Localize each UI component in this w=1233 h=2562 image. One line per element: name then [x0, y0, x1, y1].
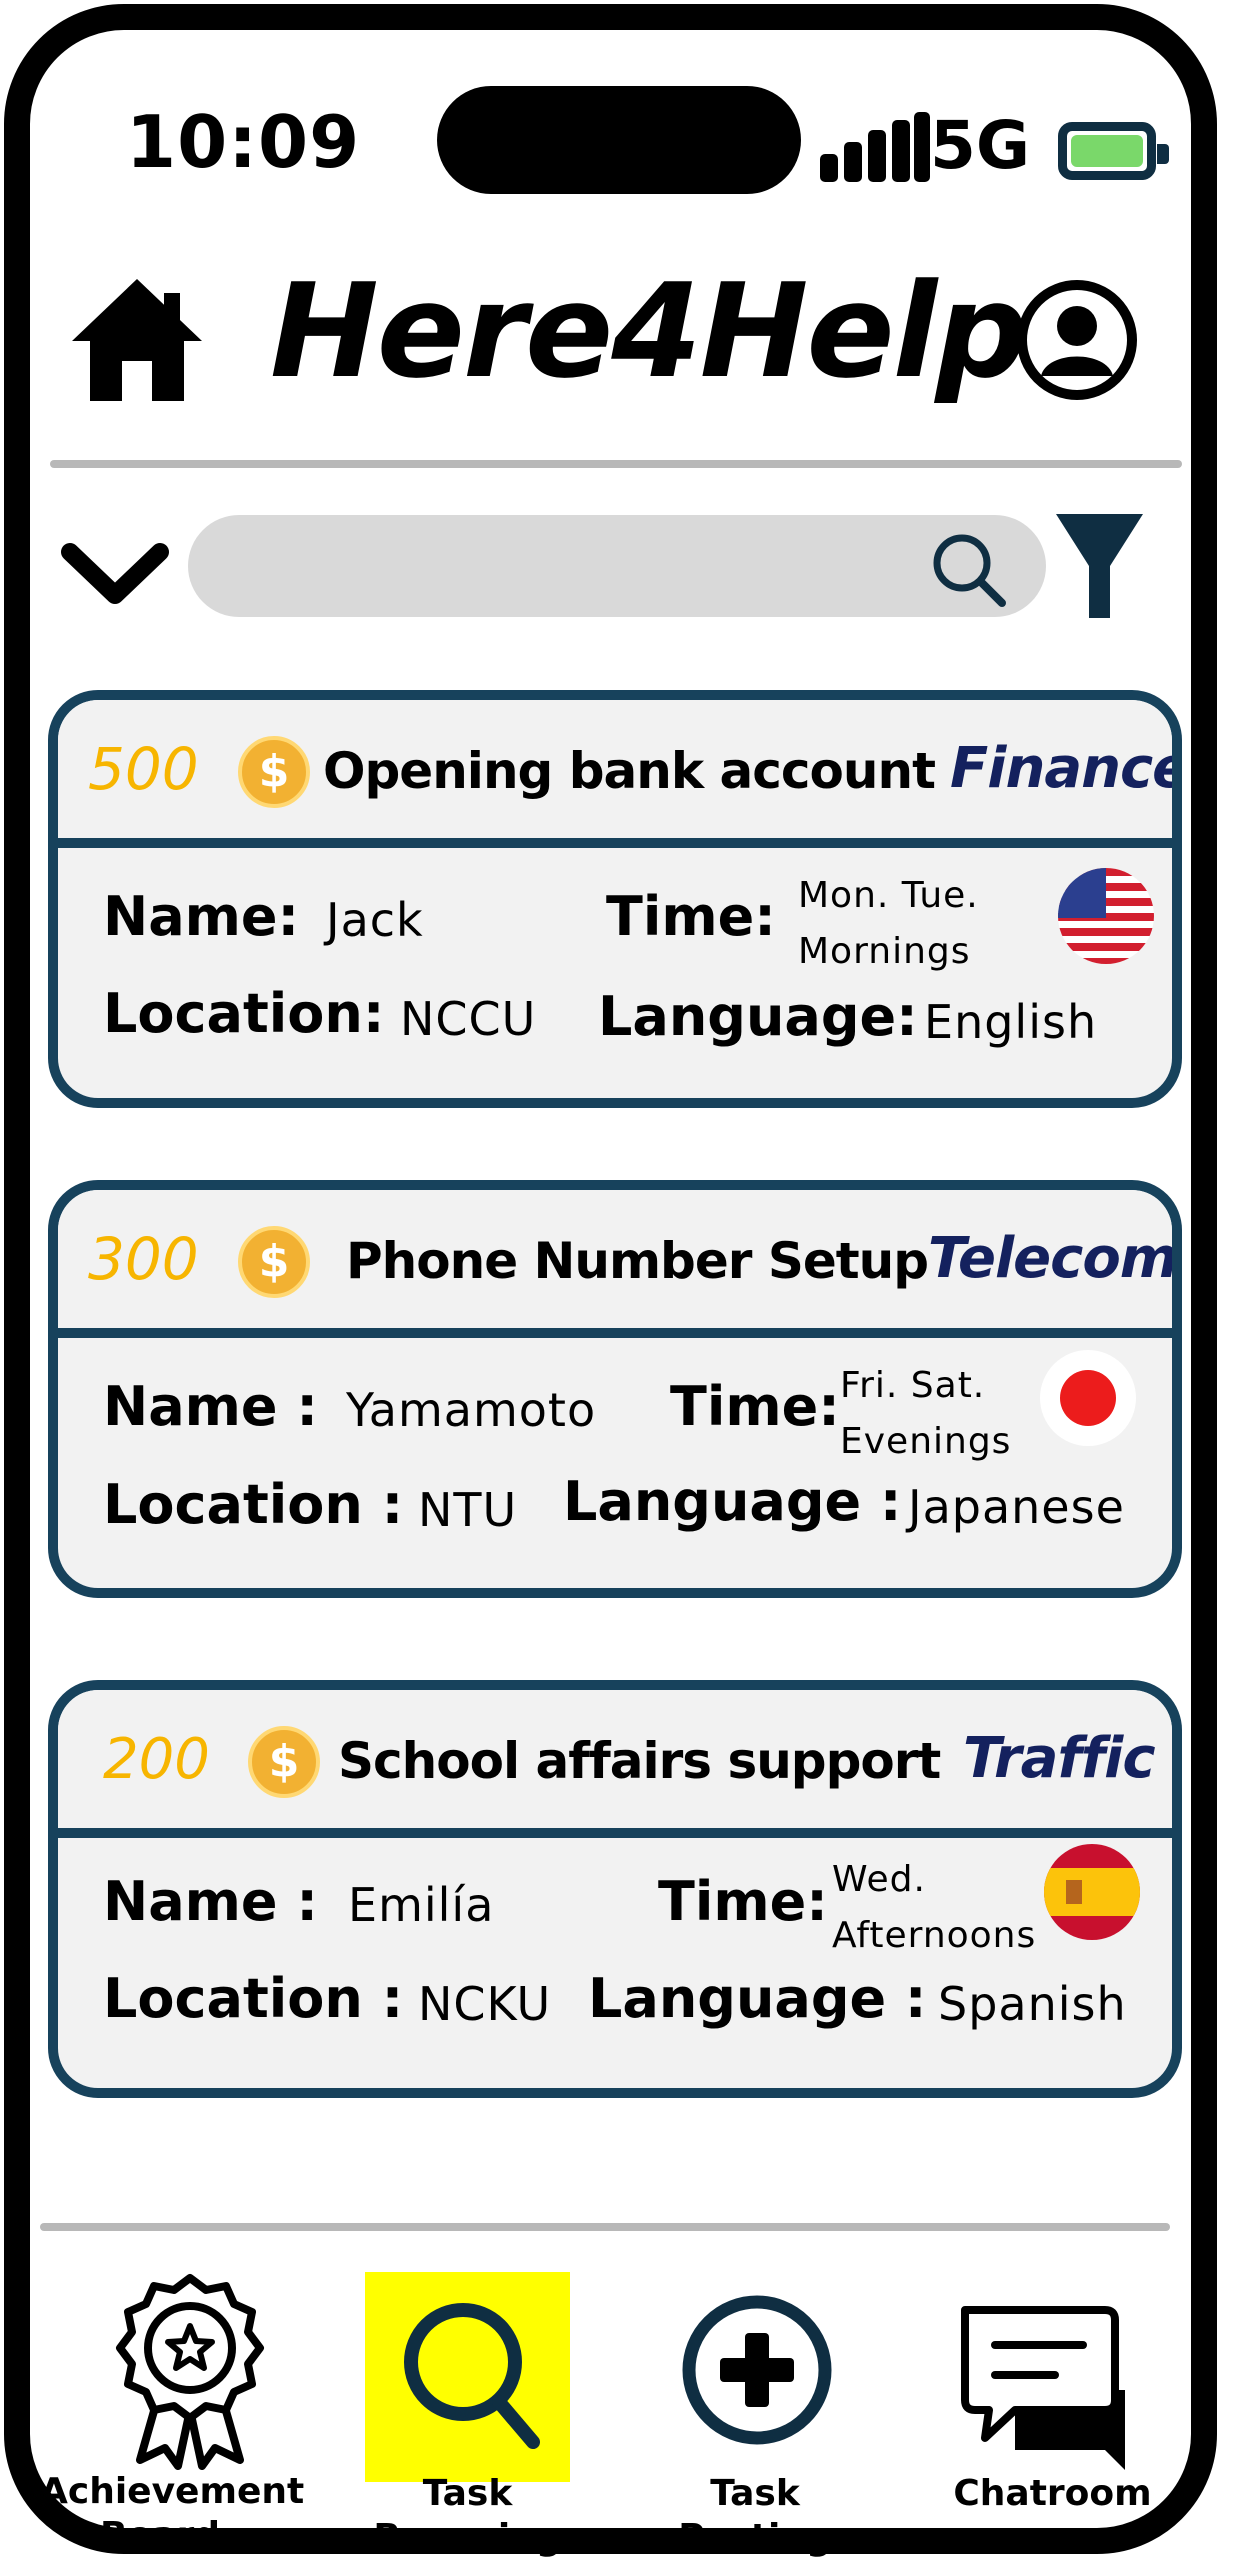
task-card[interactable]: 500 $ Opening bank account Finance Name:… — [48, 690, 1182, 1108]
task-location: NTU — [418, 1483, 518, 1537]
task-time: Wed. Afternoons — [832, 1859, 1037, 1956]
name-label: Name : — [103, 1375, 318, 1438]
time-label: Time: — [658, 1870, 828, 1933]
name-label: Name : — [103, 1870, 318, 1933]
battery-icon — [1058, 122, 1169, 180]
status-time: 10:09 — [126, 100, 361, 184]
coin-icon: $ — [238, 1226, 310, 1298]
nav-label: Achievement Board — [40, 2471, 305, 2556]
nav-label: Chatroom — [953, 2473, 1152, 2514]
dynamic-island — [437, 86, 801, 194]
task-time: Fri. Sat. Evenings — [840, 1365, 1012, 1462]
time-label: Time: — [606, 885, 776, 948]
task-title: Opening bank account — [323, 742, 936, 800]
search-icon[interactable] — [928, 529, 1008, 609]
task-points: 300 — [88, 1225, 199, 1293]
nav-task-browsing[interactable]: Task Browsing — [365, 2272, 570, 2558]
plus-circle-icon — [682, 2295, 832, 2445]
task-title: Phone Number Setup — [346, 1232, 929, 1290]
header-divider — [50, 460, 1182, 468]
task-category: Traffic — [963, 1726, 1156, 1791]
expand-button[interactable] — [60, 540, 170, 610]
japan-flag-icon — [1040, 1350, 1136, 1446]
coin-icon: $ — [248, 1726, 320, 1798]
chat-icon — [961, 2306, 1125, 2470]
location-label: Location : — [103, 1967, 404, 2030]
task-language: Japanese — [908, 1480, 1125, 1534]
language-label: Language : — [588, 1967, 927, 2030]
spain-flag-icon — [1044, 1844, 1140, 1940]
task-card-header: 300 $ Phone Number Setup Telecom — [58, 1190, 1172, 1338]
task-language: English — [924, 995, 1098, 1049]
nav-task-posting[interactable]: Task Posting — [655, 2285, 855, 2558]
search-icon — [404, 2303, 540, 2449]
task-card[interactable]: 200 $ School affairs support Traffic Nam… — [48, 1680, 1182, 2098]
task-name: Emilía — [348, 1878, 495, 1932]
location-label: Location: — [103, 982, 385, 1045]
app-title: Here4Help — [270, 255, 1028, 407]
nav-label: Task Posting — [678, 2473, 832, 2558]
home-icon — [72, 279, 202, 401]
time-label: Time: — [670, 1375, 840, 1438]
nav-label: Task Browsing — [373, 2473, 562, 2558]
filter-icon — [1056, 514, 1143, 618]
task-category: Finance — [950, 736, 1182, 801]
home-button[interactable] — [68, 275, 206, 405]
task-title: School affairs support — [338, 1732, 941, 1790]
nav-achievement-board[interactable]: Achievement Board — [40, 2270, 304, 2556]
task-time: Mon. Tue. Mornings — [798, 875, 979, 972]
name-label: Name: — [103, 885, 300, 948]
task-name: Jack — [326, 893, 424, 947]
user-circle-icon — [1017, 280, 1137, 400]
chevron-down-icon — [61, 543, 169, 604]
bottom-nav-divider — [40, 2223, 1170, 2231]
nav-chatroom[interactable]: Chatroom — [945, 2300, 1160, 2530]
task-location: NCKU — [418, 1977, 552, 2031]
task-card-header: 200 $ School affairs support Traffic — [58, 1690, 1172, 1838]
coin-icon: $ — [238, 736, 310, 808]
profile-button[interactable] — [1015, 278, 1139, 402]
task-points: 200 — [103, 1727, 210, 1792]
language-label: Language : — [563, 1470, 902, 1533]
award-badge-icon — [116, 2274, 264, 2470]
task-card[interactable]: 300 $ Phone Number Setup Telecom Name : … — [48, 1180, 1182, 1598]
network-label: 5G — [930, 107, 1031, 184]
task-category: Telecom — [928, 1226, 1178, 1291]
filter-button[interactable] — [1052, 510, 1147, 622]
task-location: NCCU — [400, 992, 537, 1046]
us-flag-icon — [1058, 868, 1154, 964]
search-input[interactable] — [188, 515, 1046, 617]
signal-icon — [820, 112, 930, 182]
language-label: Language: — [598, 985, 918, 1048]
location-label: Location : — [103, 1473, 404, 1536]
task-card-header: 500 $ Opening bank account Finance — [58, 700, 1172, 848]
task-points: 500 — [88, 735, 199, 803]
task-name: Yamamoto — [346, 1383, 597, 1437]
task-language: Spanish — [938, 1977, 1127, 2031]
